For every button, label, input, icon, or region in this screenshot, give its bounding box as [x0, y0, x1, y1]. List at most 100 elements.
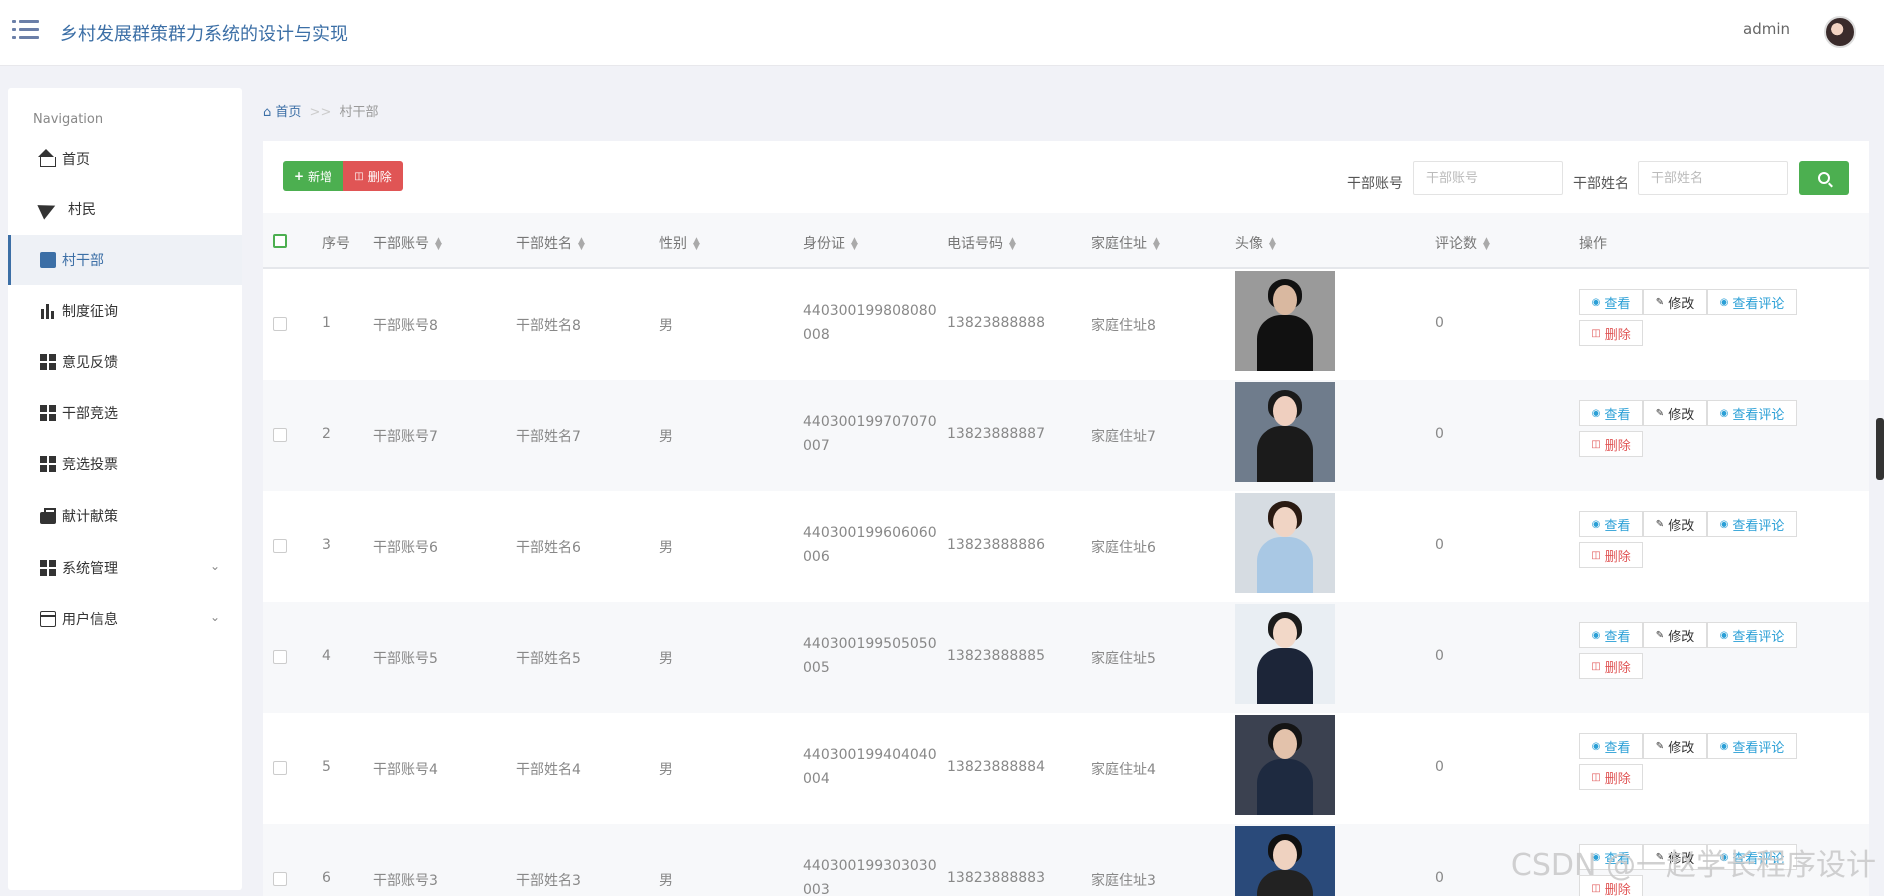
row-account: 干部账号6: [373, 540, 438, 556]
select-all-checkbox[interactable]: [273, 234, 287, 248]
row-id-card-line2: 003: [803, 882, 830, 896]
edit-icon: ✎: [1655, 629, 1665, 641]
edit-button[interactable]: ✎ 修改: [1643, 511, 1707, 537]
sort-icon: ▲ ▼: [1269, 236, 1276, 252]
grid-icon: [40, 354, 56, 370]
sidebar-item-cadres[interactable]: 村干部: [8, 235, 242, 285]
edit-button[interactable]: ✎ 修改: [1643, 622, 1707, 648]
view-button[interactable]: ◉ 查看: [1579, 733, 1643, 759]
row-checkbox[interactable]: [273, 650, 287, 664]
row-delete-button[interactable]: ◫ 删除: [1579, 653, 1643, 679]
row-comment-count: 0: [1435, 537, 1444, 553]
eye-icon: ◉: [1591, 740, 1601, 752]
trash-icon: ◫: [1591, 327, 1601, 339]
sidebar-item-election[interactable]: 干部竞选: [8, 388, 242, 438]
sidebar-item-label: 干部竞选: [62, 406, 118, 422]
sidebar-item-label: 献计献策: [62, 509, 118, 525]
row-checkbox[interactable]: [273, 872, 287, 886]
delete-button[interactable]: ◫ 删除: [343, 161, 403, 191]
row-account: 干部账号8: [373, 318, 438, 334]
sort-icon: ▲ ▼: [1009, 236, 1016, 252]
sidebar-item-system[interactable]: 系统管理 ⌄: [8, 543, 242, 593]
name-search-input[interactable]: [1638, 161, 1788, 195]
user-name[interactable]: admin: [1743, 20, 1790, 38]
name-search-label: 干部姓名: [1573, 176, 1629, 192]
col-address[interactable]: 家庭住址 ▲ ▼: [1091, 233, 1160, 253]
col-phone[interactable]: 电话号码 ▲ ▼: [947, 233, 1016, 253]
col-id-card[interactable]: 身份证 ▲ ▼: [803, 233, 858, 253]
chart-icon: [40, 252, 56, 268]
row-id-card-line1: 440300199505050: [803, 636, 937, 652]
row-checkbox[interactable]: [273, 761, 287, 775]
col-gender[interactable]: 性别 ▲ ▼: [659, 233, 700, 253]
sidebar-item-villagers[interactable]: 村民: [8, 184, 242, 234]
search-button[interactable]: [1799, 161, 1849, 195]
row-phone: 13823888887: [947, 426, 1045, 442]
add-button[interactable]: + 新增: [283, 161, 343, 191]
row-delete-button[interactable]: ◫ 删除: [1579, 764, 1643, 790]
sidebar-item-feedback[interactable]: 意见反馈: [8, 337, 242, 387]
row-comment-count: 0: [1435, 759, 1444, 775]
row-delete-button[interactable]: ◫ 删除: [1579, 542, 1643, 568]
row-gender: 男: [659, 762, 673, 778]
sidebar-item-label: 村干部: [62, 253, 104, 269]
col-account[interactable]: 干部账号 ▲ ▼: [373, 233, 442, 253]
view-comments-button[interactable]: ◉ 查看评论: [1707, 400, 1797, 426]
table-header: 序号 干部账号 ▲ ▼ 干部姓名 ▲ ▼ 性别 ▲ ▼ 身份证 ▲ ▼ 电话号码 ▲ ▼ 家庭住址 ▲…: [263, 213, 1869, 269]
row-comment-count: 0: [1435, 315, 1444, 331]
avatar[interactable]: [1824, 16, 1856, 48]
eye-icon: ◉: [1719, 518, 1729, 530]
row-gender: 男: [659, 429, 673, 445]
scrollbar[interactable]: [1876, 418, 1884, 480]
account-search-input[interactable]: [1413, 161, 1563, 195]
row-comment-count: 0: [1435, 648, 1444, 664]
view-comments-button[interactable]: ◉ 查看评论: [1707, 622, 1797, 648]
menu-toggle-icon[interactable]: [12, 18, 40, 40]
grid-icon: [40, 405, 56, 421]
col-avatar[interactable]: 头像 ▲ ▼: [1235, 233, 1276, 253]
row-address: 家庭住址5: [1091, 651, 1156, 667]
window-icon: [40, 611, 56, 627]
sidebar-item-voting[interactable]: 竞选投票: [8, 439, 242, 489]
row-checkbox[interactable]: [273, 539, 287, 553]
sort-icon: ▲ ▼: [435, 236, 442, 252]
view-comments-button[interactable]: ◉ 查看评论: [1707, 511, 1797, 537]
row-id-card-line2: 008: [803, 327, 830, 343]
col-comment-count[interactable]: 评论数 ▲ ▼: [1435, 233, 1490, 253]
breadcrumb-home[interactable]: ⌂ 首页: [263, 105, 301, 120]
row-gender: 男: [659, 651, 673, 667]
avatar-photo: [1235, 604, 1335, 704]
edit-button[interactable]: ✎ 修改: [1643, 400, 1707, 426]
col-name[interactable]: 干部姓名 ▲ ▼: [516, 233, 585, 253]
row-phone: 13823888885: [947, 648, 1045, 664]
chevron-down-icon: ⌄: [209, 559, 220, 573]
row-address: 家庭住址8: [1091, 318, 1156, 334]
edit-icon: ✎: [1655, 518, 1665, 530]
view-comments-button[interactable]: ◉ 查看评论: [1707, 289, 1797, 315]
edit-button[interactable]: ✎ 修改: [1643, 289, 1707, 315]
sidebar-item-suggestions[interactable]: 献计献策: [8, 491, 242, 541]
sidebar-item-label: 竞选投票: [62, 457, 118, 473]
view-button[interactable]: ◉ 查看: [1579, 511, 1643, 537]
row-id-card-line2: 004: [803, 771, 830, 787]
table-row: 2 干部账号7 干部姓名7 男 440300199707070 007 1382…: [263, 380, 1869, 491]
row-gender: 男: [659, 540, 673, 556]
eye-icon: ◉: [1719, 740, 1729, 752]
view-comments-button[interactable]: ◉ 查看评论: [1707, 733, 1797, 759]
breadcrumb-current: 村干部: [339, 105, 379, 120]
row-checkbox[interactable]: [273, 428, 287, 442]
row-checkbox[interactable]: [273, 317, 287, 331]
edit-button[interactable]: ✎ 修改: [1643, 733, 1707, 759]
view-button[interactable]: ◉ 查看: [1579, 400, 1643, 426]
view-button[interactable]: ◉ 查看: [1579, 289, 1643, 315]
sidebar-item-home[interactable]: 首页: [8, 134, 242, 184]
sidebar-item-user-info[interactable]: 用户信息 ⌄: [8, 594, 242, 644]
view-button[interactable]: ◉ 查看: [1579, 622, 1643, 648]
row-phone: 13823888888: [947, 315, 1045, 331]
row-index: 4: [322, 648, 331, 664]
row-delete-button[interactable]: ◫ 删除: [1579, 431, 1643, 457]
row-address: 家庭住址3: [1091, 873, 1156, 889]
row-delete-button[interactable]: ◫ 删除: [1579, 320, 1643, 346]
row-account: 干部账号7: [373, 429, 438, 445]
sidebar-item-policy-consult[interactable]: 制度征询: [8, 286, 242, 336]
